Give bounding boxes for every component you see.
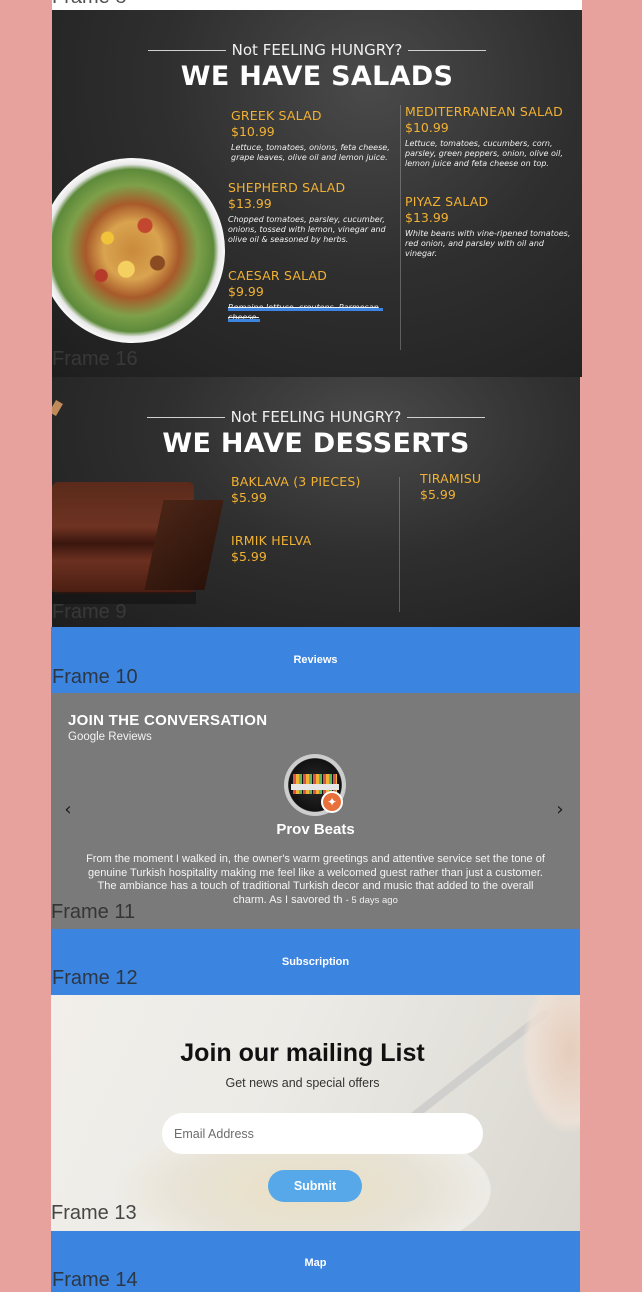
item-price: $5.99 [231,549,267,564]
item-price: $9.99 [228,284,264,299]
salads-kicker: Not FEELING HUNGRY? [52,41,582,59]
column-divider [399,477,400,612]
salads-menu-section: Not FEELING HUNGRY? WE HAVE SALADS GREEK… [52,10,582,377]
item-description: Lettuce, tomatoes, onions, feta cheese, … [231,143,390,162]
frame-label: Frame 8 [52,0,126,9]
frame-label: Frame 10 [52,666,138,688]
item-name: BAKLAVA (3 PIECES) [231,474,361,489]
desserts-title: WE HAVE DESSERTS [162,428,470,459]
review-body: From the moment I walked in, the owner's… [86,853,545,906]
frame-label: Frame 12 [52,967,138,989]
reviews-source: Google Reviews [68,731,152,743]
item-price: $13.99 [228,196,272,211]
google-local-guide-badge-icon: ✦ [321,791,343,813]
item-name: IRMIK HELVA [231,533,312,548]
item-description: White beans with vine-ripened tomatoes, … [405,229,571,258]
email-field[interactable] [162,1113,483,1154]
item-name: GREEK SALAD [231,108,322,123]
frame-label: Frame 13 [51,1202,137,1224]
salad-bowl-image [52,158,225,343]
chevron-right-icon[interactable]: › [551,799,569,821]
menu-item-piyaz-salad: PIYAZ SALAD $13.99 White beans with vine… [405,194,577,259]
menu-item-caesar-salad: CAESAR SALAD $9.99 Romaine lettuce, crou… [228,268,388,323]
menu-item-mediterranean-salad: MEDITERRANEAN SALAD $10.99 Lettuce, toma… [405,104,577,169]
desserts-kicker: Not FEELING HUNGRY? [52,408,580,426]
submit-button[interactable]: Submit [268,1170,362,1202]
reviews-heading: JOIN THE CONVERSATION [68,712,268,729]
desserts-menu-section: Not FEELING HUNGRY? WE HAVE DESSERTS BAK… [52,377,580,627]
item-name: PIYAZ SALAD [405,194,489,209]
dessert-cake-image [52,482,224,594]
item-price: $5.99 [231,490,267,505]
menu-item-tiramisu: TIRAMISU $5.99 [420,471,580,502]
frame-label: Frame 14 [52,1269,138,1291]
frame-label: Frame 11 [51,901,136,923]
frame-label: Frame 16 [52,348,138,370]
item-description: Chopped tomatoes, parsley, cucumber, oni… [228,215,386,244]
reviews-header-bar: Reviews Frame 10 [51,627,580,693]
item-description: Lettuce, tomatoes, cucumbers, corn, pars… [405,139,563,168]
item-price: $10.99 [231,124,275,139]
review-age: - 5 days ago [345,894,398,906]
text-selection-bar [228,308,383,311]
top-frame-strip: Frame 8 [52,0,582,10]
item-price: $5.99 [420,487,456,502]
menu-item-irmik-helva: IRMIK HELVA $5.99 [231,533,401,564]
item-price: $10.99 [405,120,449,135]
item-name: CAESAR SALAD [228,268,328,283]
mailing-list-section: Join our mailing List Get news and speci… [51,995,580,1231]
chevron-left-icon[interactable]: ‹ [59,799,77,821]
frame-label: Frame 9 [52,601,127,623]
text-selection-bar [228,319,260,322]
desserts-kicker-text: Not FEELING HUNGRY? [230,408,402,426]
map-bar-title: Map [304,1257,327,1269]
menu-item-shepherd-salad: SHEPHERD SALAD $13.99 Chopped tomatoes, … [228,180,388,245]
map-header-bar: Map Frame 14 [51,1231,580,1292]
reviews-bar-title: Reviews [293,654,338,666]
item-name: SHEPHERD SALAD [228,180,346,195]
column-divider [400,105,401,350]
menu-item-greek-salad: GREEK SALAD $10.99 Lettuce, tomatoes, on… [231,108,396,163]
reviewer-name: Prov Beats [276,821,355,838]
menu-item-baklava: BAKLAVA (3 PIECES) $5.99 [231,474,401,505]
item-price: $13.99 [405,210,449,225]
item-name: TIRAMISU [420,471,482,486]
mailing-list-tagline: Get news and special offers [225,1076,380,1090]
subscription-header-bar: Subscription Frame 12 [51,929,580,995]
reviews-section: JOIN THE CONVERSATION Google Reviews ‹ ›… [51,693,580,929]
salads-title: WE HAVE SALADS [180,61,454,92]
mailing-list-title: Join our mailing List [180,1039,425,1067]
review-text: From the moment I walked in, the owner's… [81,853,550,907]
salads-kicker-text: Not FEELING HUNGRY? [231,41,403,59]
item-name: MEDITERRANEAN SALAD [405,104,564,119]
